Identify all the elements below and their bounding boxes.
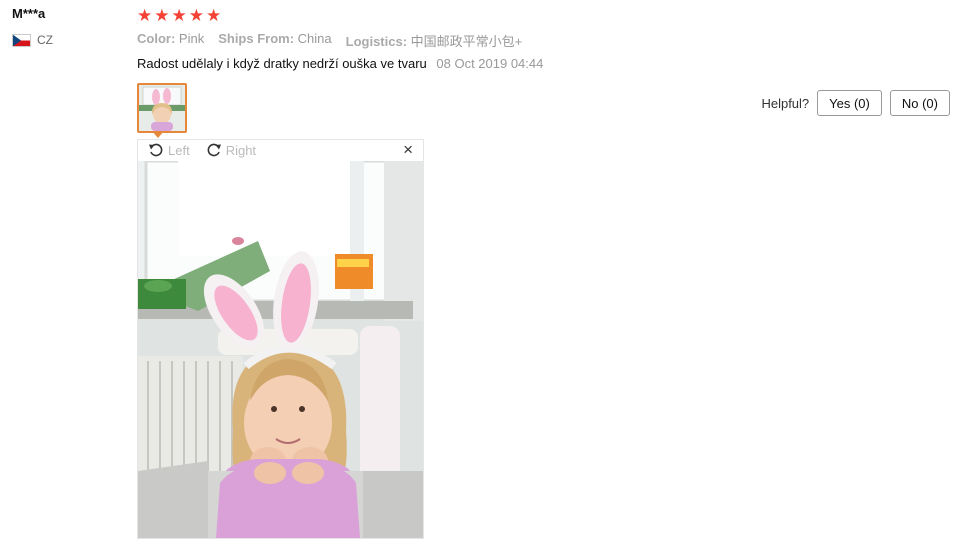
star-icon: ★ [171,6,187,25]
helpful-yes-button[interactable]: Yes (0) [817,90,882,116]
rotate-right-label: Right [225,142,257,158]
rotate-left-label: Left [168,142,190,158]
order-attributes: Color: Pink Ships From: China Logistics:… [137,31,522,50]
review-photo [138,161,423,538]
attribute-color: Color: Pink [137,31,204,50]
photo-viewer: Left Right × [137,139,424,539]
helpful-no-button[interactable]: No (0) [889,90,950,116]
close-icon[interactable]: × [403,141,413,159]
reviewer-name: M***a [12,6,46,21]
review-date: 08 Oct 2019 04:44 [436,56,544,71]
star-rating: ★ ★ ★ ★ ★ [137,7,221,25]
czech-flag-icon [12,33,31,47]
review-photo-thumbnail[interactable] [137,83,187,133]
attribute-key: Ships From: [218,31,295,46]
helpful-voting: Helpful? Yes (0) No (0) [761,90,950,116]
star-icon: ★ [137,6,153,25]
country-code: CZ [37,33,53,47]
helpful-label: Helpful? [761,95,810,111]
star-icon: ★ [206,6,222,25]
attribute-logistics: Logistics: 中国邮政平常小包+ [346,31,523,50]
rotate-left-button[interactable]: Left [148,142,190,158]
attribute-ships-from: Ships From: China [218,31,331,50]
attribute-value: China [297,31,332,46]
rotate-right-icon [207,143,221,157]
rotate-right-button[interactable]: Right [206,142,256,158]
viewer-toolbar: Left Right × [138,140,423,160]
star-icon: ★ [154,6,170,25]
rotate-left-icon [149,143,163,157]
thumbnail-image [139,85,185,131]
attribute-key: Logistics: [345,34,408,49]
thumbnail-pointer [152,131,164,138]
review-content: Radost udělaly i když dratky nedrží oušk… [137,56,543,71]
review-text: Radost udělaly i když dratky nedrží oušk… [137,56,427,71]
attribute-value: Pink [178,31,205,46]
attribute-value: 中国邮政平常小包+ [410,34,523,49]
attribute-key: Color: [137,31,176,46]
reviewer-country: CZ [12,33,53,47]
star-icon: ★ [188,6,204,25]
